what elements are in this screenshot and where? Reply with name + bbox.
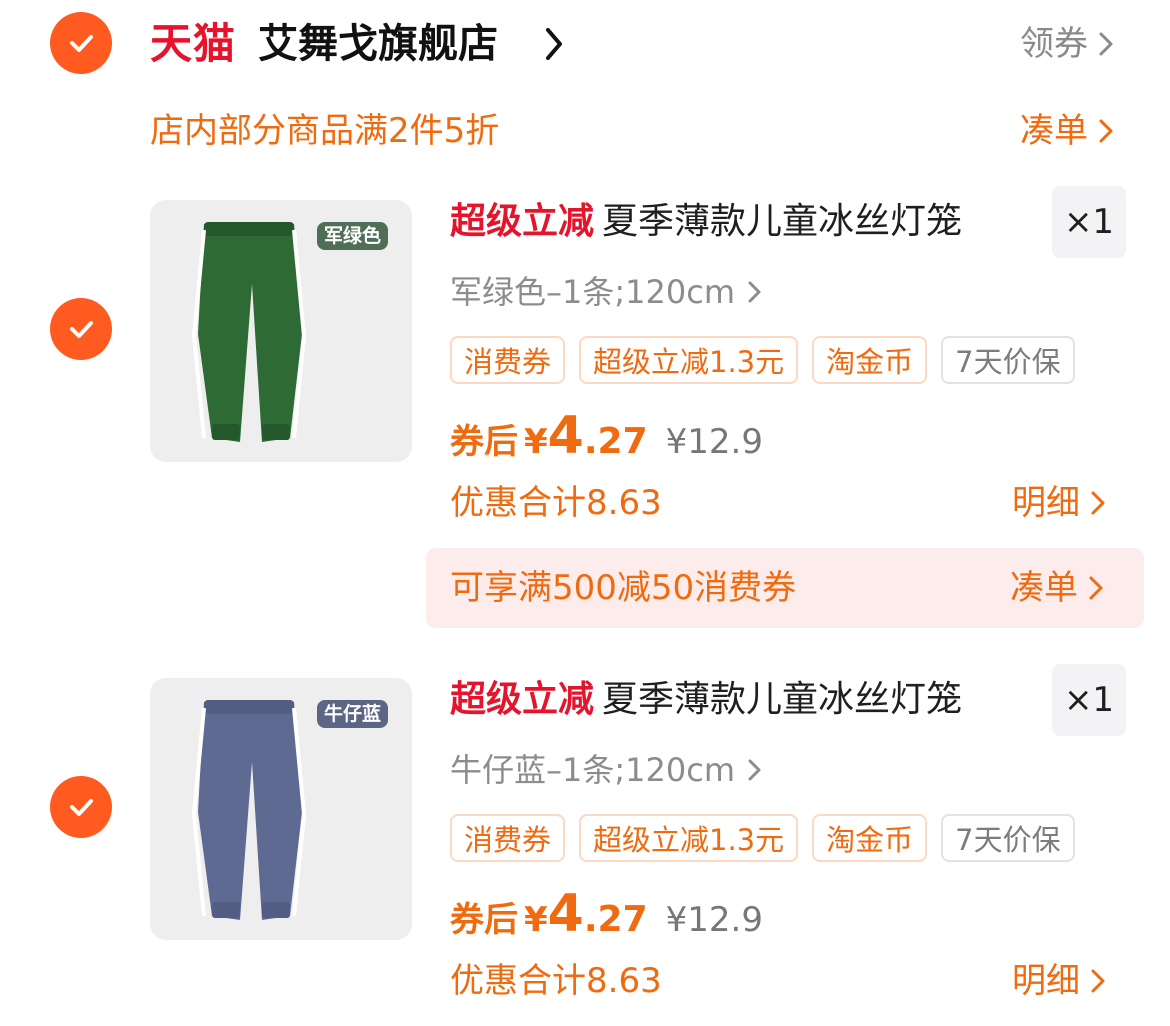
price-integer: 4 <box>547 406 584 466</box>
store-name[interactable]: 艾舞戈旗舰店 <box>258 14 498 74</box>
promo-tag: 7天价保 <box>941 336 1075 384</box>
price-row: 券后 ¥ 4 .27 ¥12.9 <box>450 884 763 944</box>
color-tag: 军绿色 <box>316 222 388 250</box>
product-image[interactable]: 牛仔蓝 <box>150 678 412 940</box>
chevron-right-icon <box>748 281 761 303</box>
chevron-right-icon <box>1091 491 1105 515</box>
coupon-promo-text: 可享满500减50消费券 <box>450 568 797 608</box>
promo-tag: 超级立减1.3元 <box>579 814 799 862</box>
item-select-checkbox[interactable] <box>50 776 112 838</box>
super-discount-badge: 超级立减 <box>450 679 595 720</box>
chevron-right-icon <box>748 759 761 781</box>
sku-selector[interactable]: 军绿色–1条;120cm <box>450 268 765 316</box>
chevron-right-icon <box>1089 576 1103 600</box>
item-select-checkbox[interactable] <box>50 298 112 360</box>
product-title-text: 夏季薄款儿童冰丝灯笼 <box>602 201 963 242</box>
chevron-right-icon <box>1091 969 1105 993</box>
detail-label: 明细 <box>1012 961 1080 1001</box>
product-title[interactable]: 超级立减 夏季薄款儿童冰丝灯笼 <box>450 676 1040 724</box>
promo-tag: 超级立减1.3元 <box>579 336 799 384</box>
checkmark-icon <box>70 321 93 338</box>
price-label: 券后 <box>450 900 518 940</box>
promo-add-items-link[interactable]: 凑单 <box>1010 548 1108 628</box>
chevron-right-icon <box>1099 119 1113 143</box>
color-tag: 牛仔蓝 <box>316 700 388 728</box>
sku-selector[interactable]: 牛仔蓝–1条;120cm <box>450 746 765 794</box>
detail-label: 明细 <box>1012 483 1080 523</box>
promo-tag: 消费券 <box>450 336 566 384</box>
promo-tag: 消费券 <box>450 814 566 862</box>
get-coupon-link[interactable]: 领券 <box>1020 14 1118 74</box>
price-label: 券后 <box>450 422 518 462</box>
pants-image <box>191 222 307 442</box>
store-add-items-link[interactable]: 凑单 <box>1020 104 1118 158</box>
pants-image <box>191 700 307 920</box>
currency-symbol: ¥ <box>524 900 548 940</box>
price-decimal: .27 <box>583 899 648 940</box>
add-items-label: 凑单 <box>1020 111 1088 151</box>
original-price: ¥12.9 <box>665 422 763 462</box>
coupon-promo-bar[interactable]: 可享满500减50消费券 凑单 <box>426 548 1144 628</box>
chevron-right-icon <box>1099 32 1113 56</box>
store-promo-text: 店内部分商品满2件5折 <box>150 111 500 151</box>
get-coupon-label: 领券 <box>1020 24 1088 64</box>
quantity-selector[interactable]: ×1 <box>1052 664 1126 736</box>
discount-total: 优惠合计8.63 <box>450 961 662 1001</box>
promo-tag: 7天价保 <box>941 814 1075 862</box>
tmall-logo: 天猫 <box>150 19 237 68</box>
promo-tag: 淘金币 <box>812 814 928 862</box>
discount-detail-link[interactable]: 明细 <box>1012 478 1110 528</box>
price-integer: 4 <box>547 884 584 944</box>
promo-tags: 消费券 超级立减1.3元 淘金币 7天价保 <box>450 814 1075 862</box>
discount-detail-link[interactable]: 明细 <box>1012 956 1110 1006</box>
add-items-label: 凑单 <box>1010 568 1078 608</box>
price-decimal: .27 <box>583 421 648 462</box>
checkmark-icon <box>70 799 93 816</box>
price-row: 券后 ¥ 4 .27 ¥12.9 <box>450 406 763 466</box>
discount-total: 优惠合计8.63 <box>450 483 662 523</box>
sku-text: 牛仔蓝–1条;120cm <box>450 751 735 789</box>
checkmark-icon <box>70 35 93 52</box>
original-price: ¥12.9 <box>665 900 763 940</box>
product-title[interactable]: 超级立减 夏季薄款儿童冰丝灯笼 <box>450 198 1040 246</box>
currency-symbol: ¥ <box>524 422 548 462</box>
promo-tags: 消费券 超级立减1.3元 淘金币 7天价保 <box>450 336 1075 384</box>
quantity-selector[interactable]: ×1 <box>1052 186 1126 258</box>
promo-tag: 淘金币 <box>812 336 928 384</box>
super-discount-badge: 超级立减 <box>450 201 595 242</box>
product-image[interactable]: 军绿色 <box>150 200 412 462</box>
store-select-checkbox[interactable] <box>50 12 112 74</box>
product-title-text: 夏季薄款儿童冰丝灯笼 <box>602 679 963 720</box>
chevron-right-icon[interactable] <box>540 22 568 66</box>
sku-text: 军绿色–1条;120cm <box>450 273 735 311</box>
